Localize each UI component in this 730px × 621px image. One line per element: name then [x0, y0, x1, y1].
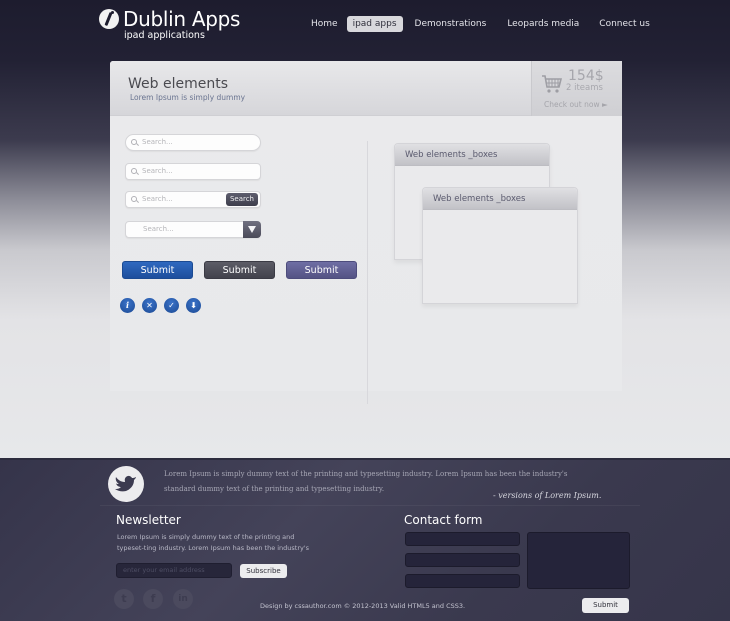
checkout-link[interactable]: Check out now ► — [544, 100, 608, 109]
column-divider — [367, 141, 368, 404]
linkedin-icon[interactable]: in — [173, 589, 193, 609]
box-title: Web elements _boxes — [395, 144, 549, 166]
search-input-square[interactable]: Search... — [125, 163, 261, 180]
logo[interactable]: Dublin Apps — [99, 7, 240, 31]
contact-name-input[interactable] — [405, 532, 520, 546]
subscribe-button[interactable]: Subscribe — [240, 564, 287, 578]
shopping-cart-icon — [542, 75, 563, 93]
facebook-icon[interactable]: f — [143, 589, 163, 609]
quote-author: - versions of Lorem Ipsum. — [493, 491, 602, 500]
panel-title: Web elements — [128, 76, 228, 92]
search-icon — [131, 196, 137, 202]
twitter-icon[interactable]: t — [114, 589, 134, 609]
search-placeholder: Search... — [142, 167, 173, 175]
web-elements-box: Web elements _boxes — [422, 187, 578, 304]
cart-item-count: 2 iteams — [566, 83, 603, 93]
contact-email-input[interactable] — [405, 553, 520, 567]
dropdown-arrow-icon[interactable] — [243, 221, 261, 238]
nav-ipad-apps[interactable]: ipad apps — [346, 16, 403, 32]
search-icon — [131, 139, 137, 145]
download-icon[interactable]: ⬇ — [186, 298, 201, 313]
newsletter-title: Newsletter — [116, 513, 181, 527]
nav-leopards-media[interactable]: Leopards media — [501, 16, 585, 32]
cart-widget[interactable]: 154$ 2 iteams Check out now ► — [531, 61, 622, 116]
search-icon — [131, 168, 137, 174]
search-placeholder: Search... — [143, 225, 174, 233]
submit-button-dark[interactable]: Submit — [204, 261, 275, 279]
twitter-badge[interactable] — [108, 466, 144, 502]
box-title: Web elements _boxes — [423, 188, 577, 210]
close-icon[interactable]: ✕ — [142, 298, 157, 313]
submit-button-purple[interactable]: Submit — [286, 261, 357, 279]
contact-message-textarea[interactable] — [527, 532, 630, 589]
twitter-bird-icon — [115, 475, 136, 492]
panel-header: Web elements Lorem Ipsum is simply dummy… — [110, 61, 622, 116]
search-input-with-button[interactable]: Search... Search — [125, 191, 261, 208]
submit-button-blue[interactable]: Submit — [122, 261, 193, 279]
newsletter-email-input[interactable]: enter your email address — [116, 563, 232, 578]
web-elements-panel: Web elements Lorem Ipsum is simply dummy… — [110, 61, 622, 404]
main-nav: Home ipad apps Demonstrations Leopards m… — [305, 16, 661, 32]
contact-submit-button[interactable]: Submit — [582, 598, 629, 613]
panel-subtitle: Lorem Ipsum is simply dummy — [130, 93, 246, 102]
search-button[interactable]: Search — [225, 193, 258, 206]
nav-connect-us[interactable]: Connect us — [593, 16, 655, 32]
search-input-rounded[interactable]: Search... — [125, 134, 261, 151]
info-logo-icon — [99, 9, 119, 29]
nav-home[interactable]: Home — [305, 16, 344, 32]
contact-form-title: Contact form — [404, 513, 483, 527]
nav-demonstrations[interactable]: Demonstrations — [409, 16, 493, 32]
search-placeholder: Search... — [142, 138, 173, 146]
info-icon[interactable]: i — [120, 298, 135, 313]
logo-title: Dublin Apps — [123, 7, 241, 31]
logo-subtitle: ipad applications — [124, 30, 205, 41]
email-placeholder: enter your email address — [123, 566, 205, 574]
newsletter-text: Lorem Ipsum is simply dummy text of the … — [117, 533, 310, 552]
copyright: Design by cssauthor.com © 2012-2013 Vali… — [260, 602, 466, 610]
search-placeholder: Search... — [142, 195, 173, 203]
cart-price: 154$ — [568, 68, 604, 84]
search-input-dropdown[interactable]: Search... — [125, 221, 261, 238]
contact-subject-input[interactable] — [405, 574, 520, 588]
footer-separator — [100, 505, 640, 506]
check-icon[interactable]: ✓ — [164, 298, 179, 313]
